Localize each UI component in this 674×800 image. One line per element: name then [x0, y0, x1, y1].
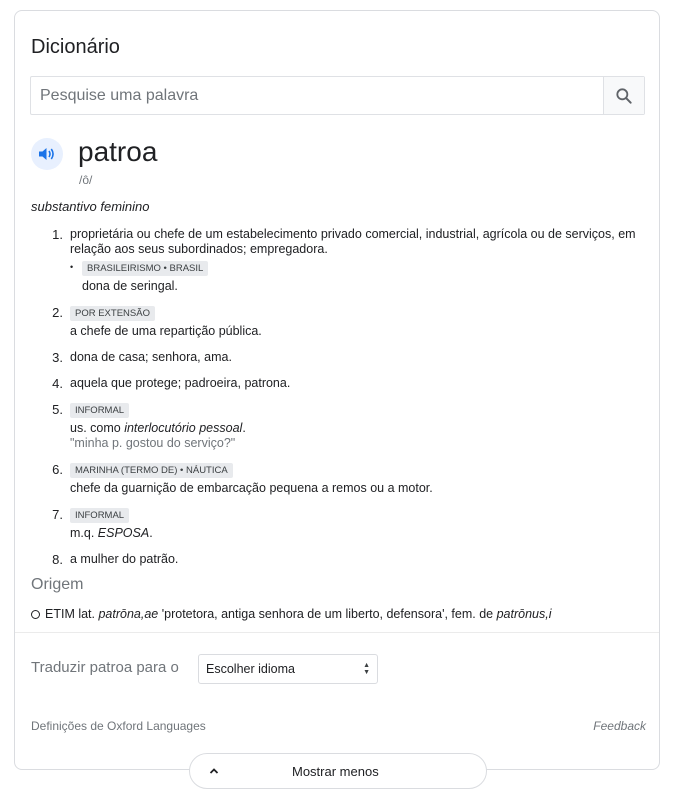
linked-term: interlocutório pessoal — [124, 421, 243, 435]
definition-number: 2. — [52, 305, 63, 320]
definition-item: 3. dona de casa; senhora, ama. — [31, 350, 639, 365]
definition-text: a chefe de uma repartição pública. — [70, 324, 262, 338]
definition-item: 6. MARINHA (TERMO DE) • NÁUTICA chefe da… — [31, 462, 639, 496]
usage-tag: MARINHA (TERMO DE) • NÁUTICA — [70, 463, 233, 478]
definition-item: 5. INFORMAL us. como interlocutório pess… — [31, 402, 639, 451]
definition-number: 5. — [52, 402, 63, 417]
search-icon — [616, 87, 632, 104]
definition-text: m.q. ESPOSA. — [70, 526, 153, 540]
speaker-icon — [39, 148, 54, 160]
origin-heading: Origem — [31, 576, 84, 593]
sub-sense: • BRASILEIRISMO • BRASIL dona de seringa… — [70, 260, 639, 294]
definition-number: 3. — [52, 350, 63, 365]
definition-text: chefe da guarnição de embarcação pequena… — [70, 481, 433, 495]
pronunciation-button[interactable] — [31, 138, 63, 170]
linked-term[interactable]: ESPOSA — [98, 526, 149, 540]
definition-item: 1. proprietária ou chefe de um estabelec… — [31, 227, 639, 294]
chevron-up-icon — [209, 768, 219, 774]
feedback-link[interactable]: Feedback — [593, 719, 646, 733]
language-select-value: Escolher idioma — [206, 662, 295, 676]
definition-text: a mulher do patrão. — [70, 552, 179, 566]
definition-text: aquela que protege; padroeira, patrona. — [70, 376, 291, 390]
usage-tag: BRASILEIRISMO • BRASIL — [82, 261, 209, 276]
circle-icon — [31, 609, 40, 619]
show-less-label: Mostrar menos — [292, 764, 379, 779]
usage-tag: POR EXTENSÃO — [70, 306, 155, 321]
origin-text: ETIM lat. patrōna,ae 'protetora, antiga … — [31, 607, 551, 621]
source-attribution[interactable]: Definições de Oxford Languages — [31, 719, 206, 733]
usage-tag: INFORMAL — [70, 508, 130, 523]
definition-number: 8. — [52, 552, 63, 567]
usage-tag: INFORMAL — [70, 403, 130, 418]
phonetic: /ô/ — [79, 173, 93, 187]
language-select[interactable]: Escolher idioma ▲ ▼ — [198, 654, 378, 684]
card-title: Dicionário — [31, 36, 120, 58]
definition-text: us. como interlocutório pessoal. — [70, 421, 246, 435]
definition-item: 8. a mulher do patrão. — [31, 552, 639, 567]
definition-item: 7. INFORMAL m.q. ESPOSA. — [31, 507, 639, 541]
bullet-icon: • — [70, 262, 74, 272]
definition-item: 4. aquela que protege; padroeira, patron… — [31, 376, 639, 391]
definition-number: 6. — [52, 462, 63, 477]
headword: patroa — [78, 136, 158, 167]
sub-sense-text: dona de seringal. — [82, 279, 178, 293]
search-box — [30, 76, 645, 115]
search-button[interactable] — [603, 77, 644, 114]
translate-label: Traduzir patroa para o — [31, 659, 179, 676]
show-less-button[interactable]: Mostrar menos — [189, 753, 487, 789]
part-of-speech: substantivo feminino — [31, 199, 150, 214]
search-input[interactable] — [31, 77, 603, 114]
definition-number: 1. — [52, 227, 63, 242]
definition-item: 2. POR EXTENSÃO a chefe de uma repartiçã… — [31, 305, 639, 339]
up-down-arrows-icon: ▲ ▼ — [363, 662, 370, 676]
divider — [15, 632, 659, 633]
definition-text: dona de casa; senhora, ama. — [70, 350, 232, 364]
definition-number: 4. — [52, 376, 63, 391]
definition-text: proprietária ou chefe de um estabelecime… — [70, 227, 636, 256]
definition-list: 1. proprietária ou chefe de um estabelec… — [31, 227, 639, 578]
definition-number: 7. — [52, 507, 63, 522]
usage-example: "minha p. gostou do serviço?" — [70, 436, 236, 450]
